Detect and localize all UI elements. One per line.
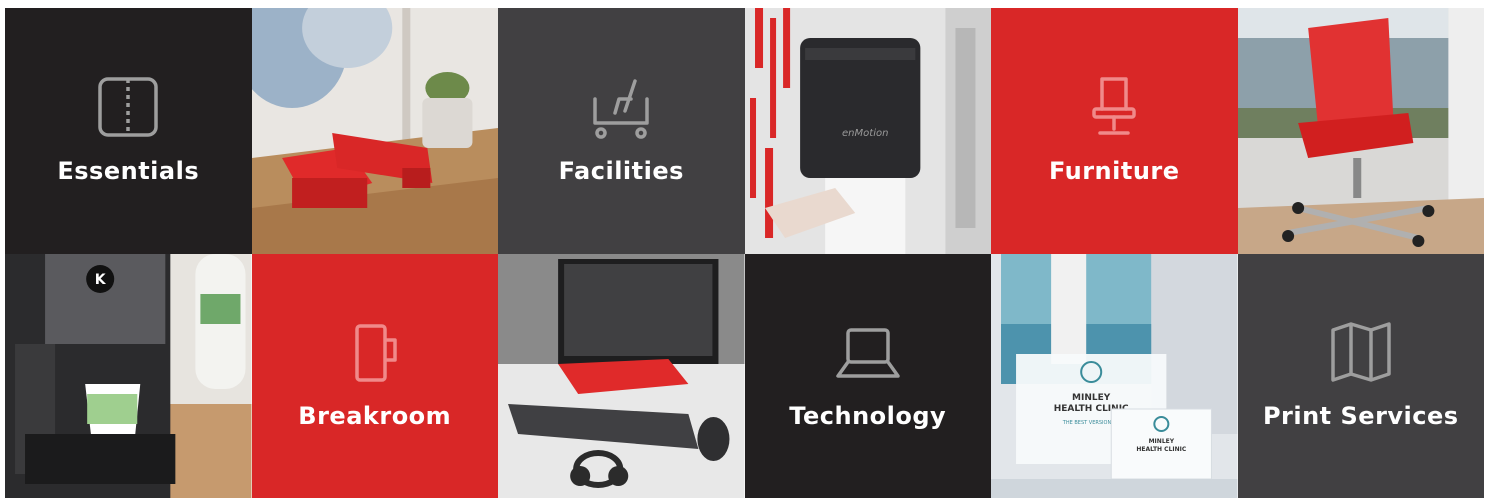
category-label: Breakroom	[298, 402, 452, 430]
map-icon	[1325, 316, 1397, 388]
binder-icon	[92, 71, 164, 143]
brochure-text: MINLEY	[1149, 438, 1175, 445]
laptop-icon	[832, 316, 904, 388]
chair-icon	[1078, 71, 1150, 143]
svg-text:enMotion: enMotion	[842, 128, 888, 139]
category-tile-essentials[interactable]: Essentials	[5, 8, 252, 254]
category-tile-facilities[interactable]: Facilities	[498, 8, 745, 254]
cart-icon	[585, 71, 657, 143]
category-label: Facilities	[558, 157, 684, 185]
category-tile-breakroom[interactable]: Breakroom	[251, 254, 498, 498]
brochure-holder-photo: MINLEY HEALTH CLINIC THE BEST VERSION OF…	[991, 254, 1238, 498]
category-label: Print Services	[1262, 402, 1459, 430]
towel-dispenser-photo: enMotion	[744, 8, 991, 254]
category-label: Furniture	[1048, 157, 1180, 185]
svg-text:K: K	[95, 272, 107, 288]
workstation-photo	[498, 254, 745, 498]
mug-icon	[339, 316, 411, 388]
category-label: Technology	[789, 402, 947, 430]
category-tile-furniture[interactable]: Furniture	[991, 8, 1238, 254]
category-tile-print-services[interactable]: Print Services	[1237, 254, 1484, 498]
category-label: Essentials	[57, 157, 200, 185]
category-tile-technology[interactable]: Technology	[744, 254, 991, 498]
desk-accessories-photo	[251, 8, 498, 254]
category-grid: Essentials Facilities enMotion Furniture…	[5, 8, 1484, 498]
office-chair-photo	[1237, 8, 1484, 254]
brochure-text: MINLEY	[1072, 393, 1111, 403]
brochure-text: HEALTH CLINIC	[1136, 446, 1187, 453]
coffee-maker-photo: K	[5, 254, 252, 498]
